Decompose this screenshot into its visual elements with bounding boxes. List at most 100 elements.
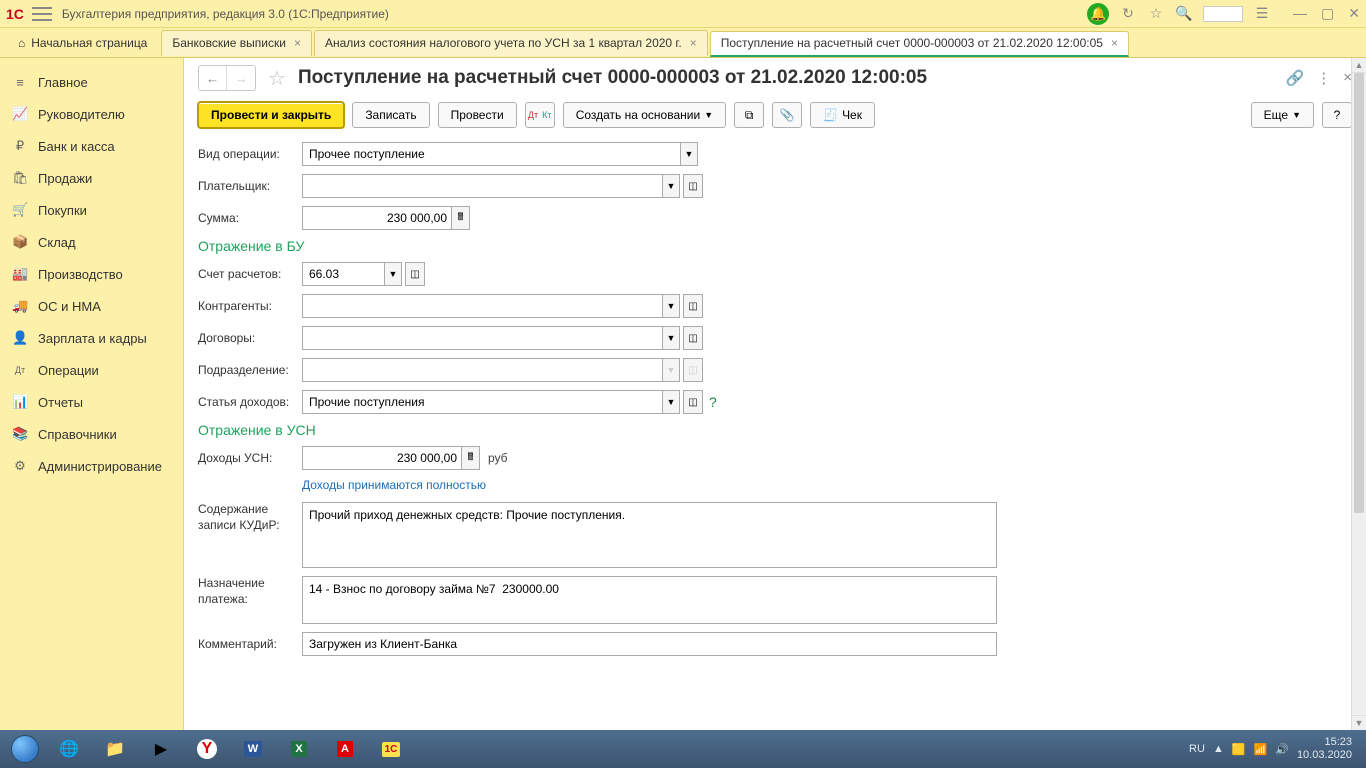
- dropdown-button[interactable]: ▼: [384, 262, 402, 286]
- contragents-input[interactable]: [302, 294, 662, 318]
- post-and-close-button[interactable]: Провести и закрыть: [198, 102, 344, 128]
- dropdown-button[interactable]: ▼: [662, 326, 680, 350]
- sidebar-item-hr[interactable]: 👤Зарплата и кадры: [0, 322, 183, 354]
- dtkt-button[interactable]: ДтКт: [525, 102, 555, 128]
- dropdown-button[interactable]: ▼: [662, 174, 680, 198]
- logo-1c: 1C: [6, 6, 24, 22]
- taskbar-acrobat[interactable]: A: [323, 734, 367, 764]
- tab-receipt-active[interactable]: Поступление на расчетный счет 0000-00000…: [710, 31, 1129, 57]
- tab-bank-statements[interactable]: Банковские выписки ×: [161, 30, 312, 56]
- kebab-icon[interactable]: ⋮: [1316, 69, 1331, 87]
- sidebar-item-operations[interactable]: ДтОперации: [0, 354, 183, 386]
- dropdown-button[interactable]: ▼: [662, 294, 680, 318]
- open-ref-button[interactable]: ◫: [683, 174, 703, 198]
- purpose-textarea[interactable]: [302, 576, 997, 624]
- taskbar-1c[interactable]: 1C: [369, 734, 413, 764]
- nav-forward[interactable]: →: [227, 66, 255, 90]
- taskbar-explorer[interactable]: 📁: [93, 734, 137, 764]
- sidebar-item-main[interactable]: ≡Главное: [0, 66, 183, 98]
- sidebar-item-assets[interactable]: 🚚ОС и НМА: [0, 290, 183, 322]
- income-usn-input[interactable]: [302, 446, 462, 470]
- account-input[interactable]: [302, 262, 384, 286]
- income-item-input[interactable]: [302, 390, 662, 414]
- taskbar-ie[interactable]: 🌐: [47, 734, 91, 764]
- more-button[interactable]: Еще ▼: [1251, 102, 1314, 128]
- history-icon[interactable]: ↻: [1119, 5, 1137, 23]
- bell-icon[interactable]: 🔔: [1087, 3, 1109, 25]
- sidebar-item-label: Справочники: [38, 427, 117, 442]
- open-ref-button[interactable]: ◫: [683, 326, 703, 350]
- scroll-up-icon[interactable]: ▲: [1352, 58, 1366, 73]
- scroll-thumb[interactable]: [1354, 73, 1364, 513]
- contracts-input[interactable]: [302, 326, 662, 350]
- sidebar-item-label: ОС и НМА: [38, 299, 101, 314]
- open-ref-button[interactable]: ◫: [683, 390, 703, 414]
- sidebar-item-production[interactable]: 🏭Производство: [0, 258, 183, 290]
- taskbar-excel[interactable]: X: [277, 734, 321, 764]
- window-minimize[interactable]: —: [1293, 5, 1307, 22]
- tab-usn-analysis[interactable]: Анализ состояния налогового учета по УСН…: [314, 30, 708, 56]
- sidebar-item-stock[interactable]: 📦Склад: [0, 226, 183, 258]
- link-icon[interactable]: 🔗: [1286, 69, 1305, 87]
- post-button[interactable]: Провести: [438, 102, 517, 128]
- tab-home[interactable]: ⌂ Начальная страница: [4, 28, 161, 57]
- start-button[interactable]: [4, 733, 46, 765]
- taskbar-word[interactable]: W: [231, 734, 275, 764]
- window-close[interactable]: ✕: [1348, 5, 1360, 22]
- label-contracts: Договоры:: [198, 331, 302, 345]
- sidebar-item-manager[interactable]: 📈Руководителю: [0, 98, 183, 130]
- attach-button[interactable]: 📎: [772, 102, 802, 128]
- gear-icon: ⚙: [12, 458, 28, 474]
- scroll-down-icon[interactable]: ▼: [1352, 715, 1366, 730]
- help-icon[interactable]: ?: [709, 394, 717, 410]
- close-icon[interactable]: ×: [1111, 36, 1118, 50]
- label-kudir: Содержание записи КУДиР:: [198, 502, 302, 533]
- sidebar-item-catalogs[interactable]: 📚Справочники: [0, 418, 183, 450]
- taskbar-clock[interactable]: 15:23 10.03.2020: [1297, 736, 1352, 762]
- payer-input[interactable]: [302, 174, 662, 198]
- structure-button[interactable]: ⧉: [734, 102, 764, 128]
- open-ref-button[interactable]: ◫: [405, 262, 425, 286]
- receipt-icon: 🧾: [823, 108, 838, 122]
- favorite-star-icon[interactable]: ☆: [268, 66, 286, 91]
- tray-flag-icon[interactable]: ▲: [1213, 743, 1224, 755]
- comment-input[interactable]: [302, 632, 997, 656]
- dropdown-button[interactable]: ▼: [680, 142, 698, 166]
- income-full-link[interactable]: Доходы принимаются полностью: [302, 478, 486, 492]
- tray-app-icon[interactable]: 🟨: [1232, 743, 1246, 756]
- sidebar-item-reports[interactable]: 📊Отчеты: [0, 386, 183, 418]
- calculator-button[interactable]: 🖩: [452, 206, 470, 230]
- tray-network-icon[interactable]: 📶: [1254, 743, 1268, 756]
- tabs-bar: ⌂ Начальная страница Банковские выписки …: [0, 28, 1366, 58]
- vertical-scrollbar[interactable]: ▲ ▼: [1351, 58, 1366, 730]
- sum-input[interactable]: [302, 206, 452, 230]
- open-ref-button[interactable]: ◫: [683, 294, 703, 318]
- settings-lines-icon[interactable]: ☰: [1253, 5, 1271, 23]
- nav-back[interactable]: ←: [199, 66, 227, 90]
- star-icon[interactable]: ☆: [1147, 5, 1165, 23]
- operation-type-input[interactable]: [302, 142, 680, 166]
- dropdown-button[interactable]: ▼: [662, 390, 680, 414]
- check-button[interactable]: 🧾 Чек: [810, 102, 875, 128]
- taskbar-yandex[interactable]: Y: [185, 734, 229, 764]
- write-button[interactable]: Записать: [352, 102, 429, 128]
- lang-indicator[interactable]: RU: [1189, 743, 1205, 755]
- search-icon[interactable]: 🔍: [1175, 5, 1193, 23]
- window-maximize[interactable]: ▢: [1321, 5, 1334, 22]
- sidebar-item-purchases[interactable]: 🛒Покупки: [0, 194, 183, 226]
- close-icon[interactable]: ×: [690, 36, 697, 50]
- kudir-textarea[interactable]: [302, 502, 997, 568]
- taskbar-mediaplayer[interactable]: ▶: [139, 734, 183, 764]
- create-based-button[interactable]: Создать на основании ▼: [563, 102, 726, 128]
- tray-sound-icon[interactable]: 🔊: [1275, 743, 1289, 756]
- sidebar-item-sales[interactable]: 🛍Продажи: [0, 162, 183, 194]
- search-box-mini[interactable]: [1203, 6, 1243, 22]
- bag-icon: 🛍: [12, 170, 28, 186]
- hamburger-icon[interactable]: [32, 7, 52, 21]
- label-sum: Сумма:: [198, 211, 302, 225]
- close-icon[interactable]: ×: [294, 36, 301, 50]
- calculator-button[interactable]: 🖩: [462, 446, 480, 470]
- sidebar-item-bank[interactable]: ₽Банк и касса: [0, 130, 183, 162]
- sidebar-item-admin[interactable]: ⚙Администрирование: [0, 450, 183, 482]
- help-button[interactable]: ?: [1322, 102, 1352, 128]
